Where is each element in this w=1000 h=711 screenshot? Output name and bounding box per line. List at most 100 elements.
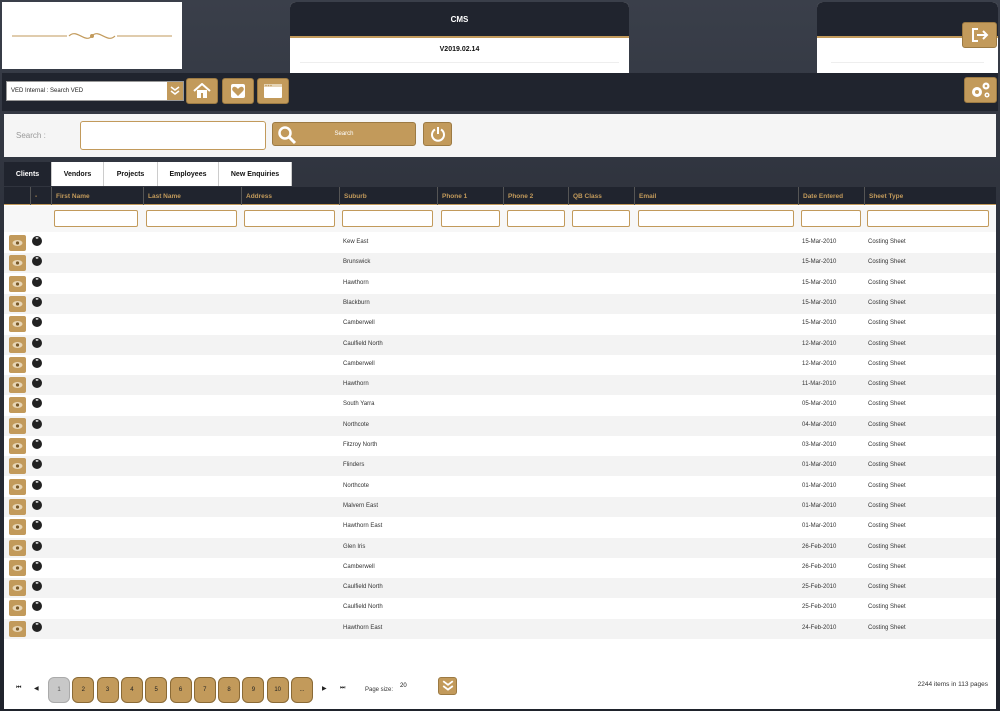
table-row[interactable]: " Flinders 01-Mar-2010 Costing Sheet [4, 456, 996, 477]
column-phone2[interactable]: Phone 2 [503, 187, 568, 205]
quote-icon[interactable]: " [32, 337, 42, 348]
quote-icon[interactable]: " [32, 621, 42, 632]
page-button[interactable]: 5 [145, 677, 168, 703]
page-button[interactable]: ... [291, 677, 313, 703]
quote-icon[interactable]: " [32, 459, 42, 470]
quote-icon[interactable]: " [32, 479, 42, 490]
table-row[interactable]: " Northcote 01-Mar-2010 Costing Sheet [4, 477, 996, 497]
page-button[interactable]: 7 [193, 677, 216, 703]
tab-employees[interactable]: Employees [158, 162, 219, 186]
quote-icon[interactable]: " [32, 439, 42, 449]
page-size-dropdown[interactable] [438, 677, 457, 695]
page-button[interactable]: 1 [48, 677, 70, 703]
filter-phone1[interactable] [441, 210, 500, 227]
view-record-button[interactable] [9, 438, 26, 454]
quote-icon[interactable]: " [32, 601, 42, 612]
table-row[interactable]: " Caulfield North 25-Feb-2010 Costing Sheet [4, 578, 996, 599]
chevron-down-icon[interactable] [167, 82, 183, 100]
view-record-button[interactable] [9, 356, 26, 373]
page-size-value[interactable]: 20 [400, 683, 407, 689]
page-button[interactable]: 10 [266, 677, 289, 703]
settings-button[interactable] [964, 77, 997, 103]
table-row[interactable]: " Camberwell 15-Mar-2010 Costing Sheet [4, 314, 996, 334]
table-row[interactable]: " South Yarra 05-Mar-2010 Costing Sheet [4, 395, 996, 415]
view-record-button[interactable] [9, 539, 26, 556]
column-sheet-type[interactable]: Sheet Type [864, 187, 996, 205]
next-page-button[interactable]: ▶ [322, 685, 327, 692]
table-row[interactable]: " Hawthorn East 24-Feb-2010 Costing Sheet [4, 618, 996, 639]
quote-icon[interactable]: " [32, 540, 42, 551]
tab-new-enquiries[interactable]: New Enquiries [219, 162, 292, 186]
table-row[interactable]: " Glen Iris 26-Feb-2010 Costing Sheet [4, 537, 996, 558]
column-qb-class[interactable]: QB Class [568, 187, 634, 205]
table-row[interactable]: " Northcote 04-Mar-2010 Costing Sheet [4, 415, 996, 436]
view-record-button[interactable] [9, 458, 26, 475]
column-suburb[interactable]: Suburb [339, 187, 437, 205]
favorites-button[interactable] [222, 78, 254, 104]
view-record-button[interactable] [9, 417, 26, 434]
column-last-name[interactable]: Last Name [143, 187, 241, 205]
search-input[interactable] [80, 121, 266, 150]
quote-icon[interactable]: " [32, 520, 42, 531]
table-row[interactable]: " Brunswick 15-Mar-2010 Costing Sheet [4, 253, 996, 274]
page-button[interactable]: 6 [169, 677, 192, 703]
quote-icon[interactable]: " [32, 276, 42, 287]
prev-page-button[interactable]: ◀ [34, 685, 39, 692]
page-button[interactable]: 2 [72, 677, 95, 703]
view-record-button[interactable] [9, 519, 26, 536]
table-row[interactable]: " Malvern East 01-Mar-2010 Costing Sheet [4, 496, 996, 517]
filter-phone2[interactable] [507, 210, 565, 227]
page-button[interactable]: 4 [120, 677, 143, 703]
column-date-entered[interactable]: Date Entered [798, 187, 864, 205]
view-record-button[interactable] [9, 620, 26, 637]
filter-date-entered[interactable] [801, 210, 861, 227]
column-phone1[interactable]: Phone 1 [437, 187, 503, 205]
window-button[interactable] [257, 78, 289, 104]
quote-icon[interactable]: " [32, 581, 42, 592]
reset-button[interactable] [423, 122, 452, 146]
tab-clients[interactable]: Clients [4, 162, 52, 186]
page-button[interactable]: 9 [242, 677, 265, 703]
table-row[interactable]: " Hawthorn East 01-Mar-2010 Costing Sheet [4, 517, 996, 537]
filter-last-name[interactable] [146, 210, 237, 227]
view-record-button[interactable] [9, 336, 26, 353]
tab-projects[interactable]: Projects [104, 162, 158, 186]
view-record-button[interactable] [9, 478, 26, 495]
quote-icon[interactable]: " [32, 499, 42, 510]
tab-vendors[interactable]: Vendors [52, 162, 104, 186]
view-record-button[interactable] [9, 600, 26, 617]
table-row[interactable]: " Hawthorn 15-Mar-2010 Costing Sheet [4, 274, 996, 294]
filter-address[interactable] [244, 210, 335, 227]
view-record-button[interactable] [9, 559, 26, 576]
table-row[interactable]: " Camberwell 12-Mar-2010 Costing Sheet [4, 355, 996, 375]
view-record-button[interactable] [9, 377, 26, 394]
table-row[interactable]: " Hawthorn 11-Mar-2010 Costing Sheet [4, 375, 996, 396]
table-row[interactable]: " Caulfield North 25-Feb-2010 Costing Sheet [4, 598, 996, 618]
filter-qb-class[interactable] [572, 210, 630, 227]
view-record-button[interactable] [9, 498, 26, 515]
last-page-button[interactable]: ⏭ [340, 685, 345, 692]
home-button[interactable] [186, 78, 218, 104]
filter-sheet-type[interactable] [867, 210, 989, 227]
filter-email[interactable] [638, 210, 794, 227]
column-email[interactable]: Email [634, 187, 798, 205]
view-record-button[interactable] [9, 295, 26, 312]
page-button[interactable]: 8 [218, 677, 241, 703]
column-sort-indicator[interactable]: - [30, 187, 50, 205]
quote-icon[interactable]: " [32, 317, 42, 328]
table-row[interactable]: " Caulfield North 12-Mar-2010 Costing Sheet [4, 334, 996, 355]
view-record-button[interactable] [9, 275, 26, 292]
page-button[interactable]: 3 [96, 677, 119, 703]
quote-icon[interactable]: " [32, 378, 42, 389]
filter-suburb[interactable] [342, 210, 433, 227]
table-row[interactable]: " Camberwell 26-Feb-2010 Costing Sheet [4, 558, 996, 578]
quote-icon[interactable]: " [32, 357, 42, 368]
logout-button[interactable] [962, 22, 997, 48]
view-record-button[interactable] [9, 316, 26, 333]
quote-icon[interactable]: " [32, 256, 42, 267]
view-record-button[interactable] [9, 397, 26, 414]
quote-icon[interactable]: " [32, 398, 42, 409]
column-first-name[interactable]: First Name [51, 187, 143, 205]
table-row[interactable]: " Kew East 15-Mar-2010 Costing Sheet [4, 233, 996, 253]
first-page-button[interactable]: ⏮ [16, 685, 21, 692]
